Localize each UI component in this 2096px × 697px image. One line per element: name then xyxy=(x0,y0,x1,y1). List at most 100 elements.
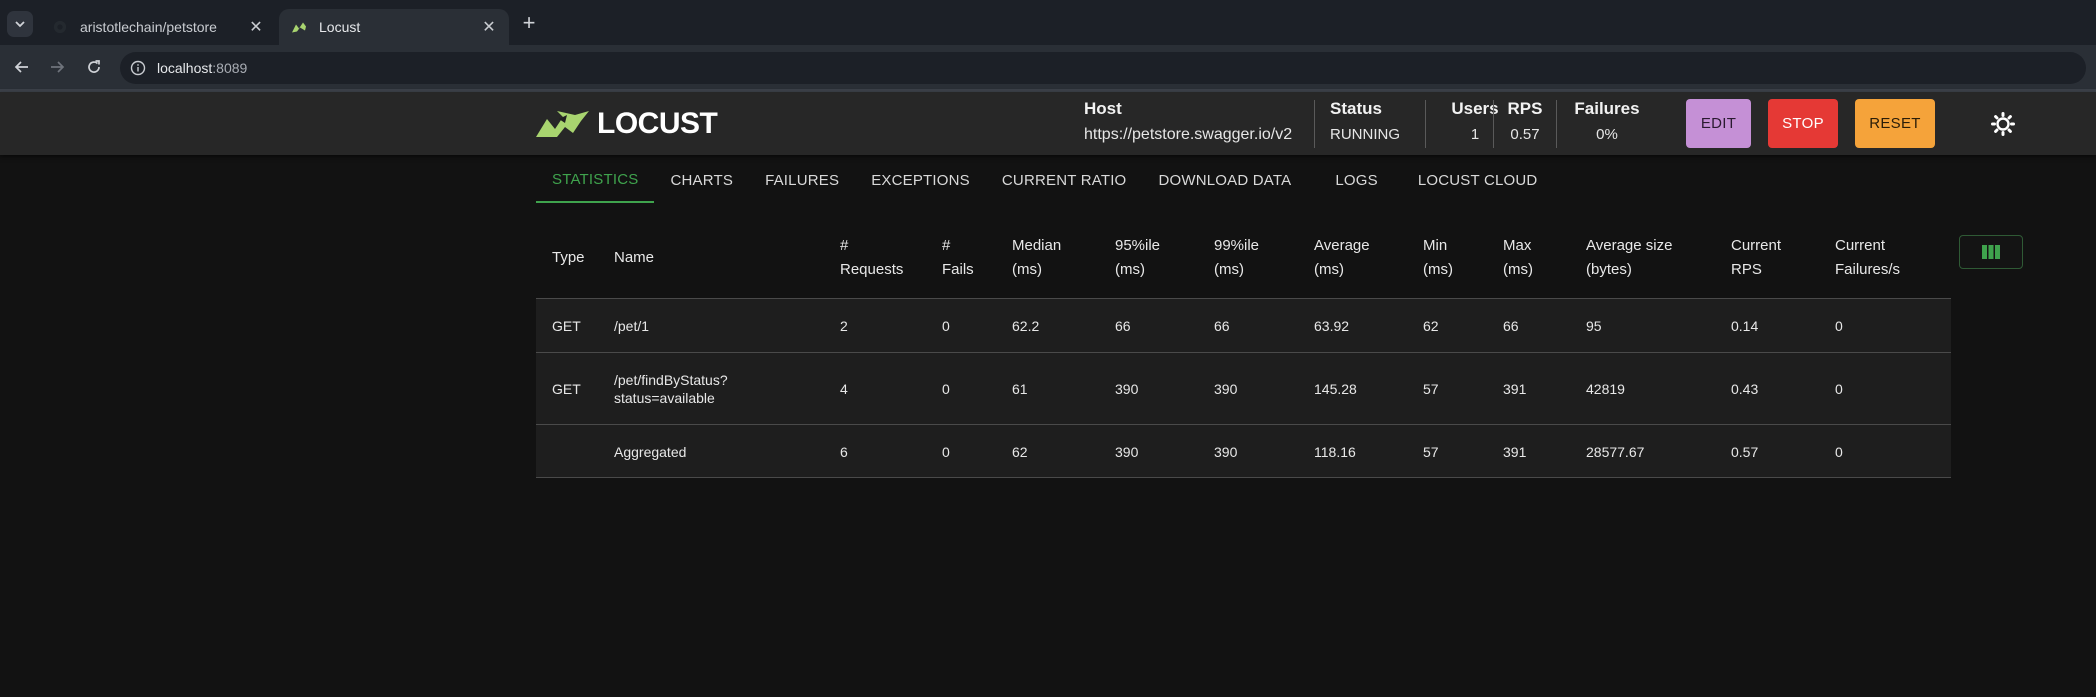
tab-exceptions[interactable]: EXCEPTIONS xyxy=(855,157,986,203)
arrow-left-icon xyxy=(14,61,28,73)
close-icon[interactable]: ✕ xyxy=(246,17,266,37)
tab-failures[interactable]: FAILURES xyxy=(749,157,855,203)
statistics-table: Type Name # Requests # Fails Median (ms) 95%ile (… xyxy=(536,217,1951,478)
reset-button[interactable]: RESET xyxy=(1855,99,1935,148)
cell-text: Aggregated xyxy=(614,443,687,460)
header-p99[interactable]: 99%ile (ms) xyxy=(1214,234,1259,282)
users-stat: Users 1 xyxy=(1440,99,1510,143)
tab-title: Locust xyxy=(319,19,361,35)
status-stat: Status RUNNING xyxy=(1330,99,1400,143)
arrow-right-icon xyxy=(51,61,65,73)
column-selector-button[interactable] xyxy=(1959,235,2023,269)
reload-button[interactable] xyxy=(82,55,106,79)
header-median[interactable]: Median (ms) xyxy=(1012,234,1061,282)
cell-p99: 390 xyxy=(1214,381,1238,397)
header-label: # xyxy=(942,237,951,254)
rps-stat: RPS 0.57 xyxy=(1502,99,1548,143)
tab-logs[interactable]: LOGS xyxy=(1319,157,1401,203)
main-tabs: STATISTICS CHARTS FAILURES EXCEPTIONS CU… xyxy=(536,157,1553,203)
address-bar[interactable]: localhost:8089 xyxy=(120,52,2086,84)
cell-fails: 0 xyxy=(942,443,950,460)
cell-min: 57 xyxy=(1423,443,1439,460)
tab-download-data[interactable]: DOWNLOAD DATA xyxy=(1142,157,1319,203)
cell-min: 62 xyxy=(1423,318,1439,334)
tab-current-ratio[interactable]: CURRENT RATIO xyxy=(986,157,1143,203)
header-label: Type xyxy=(552,249,585,266)
tab-search-button[interactable] xyxy=(7,11,33,37)
header-current-failures[interactable]: Current Failures/s xyxy=(1835,234,1900,282)
header-label: Current xyxy=(1731,237,1782,254)
users-label: Users xyxy=(1451,99,1499,118)
cell-requests: 2 xyxy=(840,318,848,334)
new-tab-button[interactable]: + xyxy=(518,12,540,34)
cell-requests: 4 xyxy=(840,381,848,397)
failures-stat: Failures 0% xyxy=(1566,99,1648,143)
back-button[interactable] xyxy=(10,55,34,79)
stop-button[interactable]: STOP xyxy=(1768,99,1838,148)
cell-max: 391 xyxy=(1503,443,1527,460)
tab-title: aristotlechain/petstore xyxy=(80,19,217,35)
header-label: Failures/s xyxy=(1835,261,1901,278)
header-divider xyxy=(1425,100,1426,148)
header-label: Current xyxy=(1835,237,1886,254)
host-stat: Host https://petstore.swagger.io/v2 xyxy=(1084,99,1292,144)
cell-median: 62 xyxy=(1012,443,1028,460)
header-average[interactable]: Average (ms) xyxy=(1314,234,1370,282)
cell-median: 61 xyxy=(1012,381,1028,397)
locust-logo[interactable]: LOCUST xyxy=(535,107,718,140)
cell-text: /pet/1 xyxy=(614,318,650,334)
cell-current-rps: 0.57 xyxy=(1731,443,1759,460)
header-label: Fails xyxy=(942,261,974,278)
header-requests[interactable]: # Requests xyxy=(840,234,903,282)
browser-toolbar: localhost:8089 xyxy=(0,45,2096,89)
close-icon[interactable]: ✕ xyxy=(479,17,499,37)
header-type[interactable]: Type xyxy=(552,246,585,270)
header-name[interactable]: Name xyxy=(614,246,654,270)
header-divider xyxy=(1556,100,1557,148)
cell-current-rps: 0.14 xyxy=(1731,318,1759,334)
header-label: (bytes) xyxy=(1586,261,1632,278)
header-avg-size[interactable]: Average size (bytes) xyxy=(1586,234,1672,282)
tab-locust-cloud[interactable]: LOCUST CLOUD xyxy=(1402,157,1554,203)
table-row: GET/pet/findByStatus? status=available 4 0 6… xyxy=(536,353,1951,425)
browser-tab-active[interactable]: Locust ✕ xyxy=(279,9,509,45)
header-p95[interactable]: 95%ile (ms) xyxy=(1115,234,1160,282)
app-header: LOCUST Host https://petstore.swagger.io/… xyxy=(0,92,2096,155)
header-current-rps[interactable]: Current RPS xyxy=(1731,234,1781,282)
header-label: Max xyxy=(1503,237,1532,254)
cell-max: 391 xyxy=(1503,381,1527,397)
cell-text: status=available xyxy=(614,390,715,406)
cell-avg-size: 42819 xyxy=(1586,381,1625,397)
reload-icon xyxy=(88,60,100,73)
rps-value: 0.57 xyxy=(1510,126,1540,143)
header-fails[interactable]: # Fails xyxy=(942,234,974,282)
cell-median: 62.2 xyxy=(1012,318,1040,334)
cell-current-failures: 0 xyxy=(1835,381,1843,397)
table-body: GET/pet/1 2 0 62.2 66 66 63.92 62 66 95 0.14 0 GET/p… xyxy=(536,299,1951,478)
host-value: https://petstore.swagger.io/v2 xyxy=(1084,126,1293,143)
cell-type: GET xyxy=(552,318,581,334)
header-max[interactable]: Max (ms) xyxy=(1503,234,1533,282)
cell-p95: 66 xyxy=(1115,318,1131,334)
locust-favicon-icon xyxy=(291,19,307,35)
host-label: Host xyxy=(1084,99,1122,118)
edit-button[interactable]: EDIT xyxy=(1686,99,1751,148)
browser-tab[interactable]: aristotlechain/petstore ✕ xyxy=(40,9,276,45)
header-label: (ms) xyxy=(1012,261,1042,278)
info-icon[interactable] xyxy=(129,59,147,77)
tab-statistics[interactable]: STATISTICS xyxy=(536,157,655,203)
cell-avg-size: 95 xyxy=(1586,318,1602,334)
header-label: Average xyxy=(1314,237,1370,254)
header-label: Requests xyxy=(840,261,904,278)
sun-icon[interactable] xyxy=(1990,111,2016,137)
forward-button[interactable] xyxy=(45,55,69,79)
header-label: 95%ile xyxy=(1115,237,1161,254)
github-icon xyxy=(52,19,68,35)
columns-icon xyxy=(1982,245,2000,259)
header-min[interactable]: Min (ms) xyxy=(1423,234,1453,282)
url-text: localhost:8089 xyxy=(157,60,247,76)
status-label: Status xyxy=(1330,99,1382,118)
cell-text: /pet/findByStatus? xyxy=(614,372,728,388)
tab-charts[interactable]: CHARTS xyxy=(654,157,749,203)
url-host: localhost xyxy=(157,60,213,76)
